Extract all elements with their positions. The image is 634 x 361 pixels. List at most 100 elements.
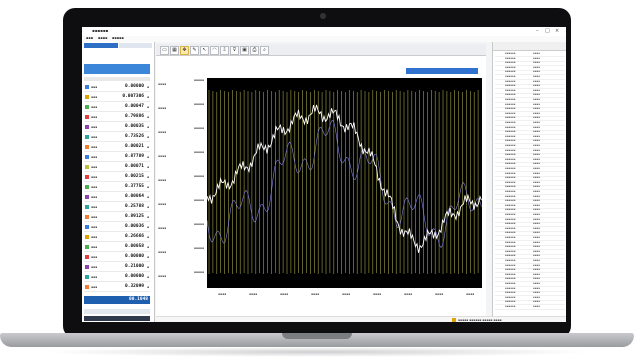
channel-row[interactable]: ▪▪▪ 0.00047 ▪ (84, 103, 150, 112)
channel-row[interactable]: ▪▪▪ 0.21000 ▪ (84, 263, 150, 272)
channel-row[interactable]: ▪▪▪ 0.00058 ▪ (84, 243, 150, 252)
tab-devices[interactable] (119, 43, 152, 48)
channel-color-swatch (85, 115, 89, 119)
row-value: ▪▪▪▪ (533, 88, 541, 92)
row-time: ▪▪▪▪▪▪ (505, 286, 516, 290)
maximize-icon[interactable]: □ (545, 28, 550, 34)
channel-value: 0.00047 (125, 104, 144, 109)
channel-name: ▪▪▪ (91, 245, 98, 249)
row-time: ▪▪▪▪▪▪ (505, 70, 516, 74)
row-value: ▪▪▪▪ (533, 144, 541, 147)
chart-legend-bar[interactable] (406, 68, 478, 74)
channel-name: ▪▪▪ (91, 165, 98, 169)
channel-row[interactable]: ▪▪▪ 0.26666 ▪ (84, 233, 150, 242)
x-tick-label: ▪▪▪▪ (373, 292, 382, 296)
minimize-icon[interactable]: – (536, 28, 539, 34)
pan-icon[interactable]: ✥ (180, 46, 189, 55)
channel-row[interactable]: ▪▪▪ 0.25788 ▪ (84, 203, 150, 212)
channel-row[interactable]: ▪▪▪ 0.00035 ▪ (84, 123, 150, 132)
y-axis: ▪▪▪▪▪ ▪▪▪▪ ▪▪▪▪▪ ▪▪▪▪ ▪▪▪▪▪ ▪▪▪▪ ▪▪▪▪▪ ▪▪▪▪ ▪▪▪▪… (156, 78, 206, 288)
row-time: ▪▪▪▪▪▪ (505, 84, 516, 88)
row-value: ▪▪▪▪ (533, 295, 541, 299)
row-time: ▪▪▪▪▪▪ (505, 263, 516, 267)
row-time: ▪▪▪▪▪▪ (505, 199, 516, 203)
measure-icon[interactable]: ✎ (190, 46, 199, 55)
row-time: ▪▪▪▪▪▪ (505, 291, 516, 295)
panel-footer-options[interactable] (84, 309, 150, 314)
channel-color-swatch (85, 135, 89, 139)
channel-value: 0.79886 (125, 114, 144, 119)
row-time: ▪▪▪▪▪▪ (505, 125, 516, 129)
print-icon[interactable]: ⎙ (250, 46, 259, 55)
export-icon[interactable]: ⇩ (220, 46, 229, 55)
x-tick-label: ▪▪▪▪ (342, 292, 351, 296)
channel-unit: ▪ (146, 175, 149, 179)
row-value: ▪▪▪▪ (533, 222, 541, 226)
row-value: ▪▪▪▪ (533, 65, 541, 69)
channel-unit: ▪ (146, 285, 149, 289)
channel-unit: ▪ (146, 205, 149, 209)
channel-row[interactable]: ▪▪▪ 0.89125 ▪ (84, 213, 150, 222)
screen: ▪▪▪▪▪▪ – □ × ▪▪▪ ▪▪▪▪ ▪▪▪▪▪ ▪▪▪ 0.00000 ▪ ▪… (82, 27, 566, 322)
marker-icon[interactable]: ◠ (210, 46, 219, 55)
channel-row[interactable]: ▪▪▪ 0.00021 ▪ (84, 143, 150, 152)
menu-item[interactable]: ▪▪▪▪▪ (112, 36, 124, 40)
channel-name: ▪▪▪ (91, 275, 98, 279)
row-time: ▪▪▪▪▪▪ (505, 254, 516, 258)
filter-icon[interactable]: ⊽ (230, 46, 239, 55)
row-time: ▪▪▪▪▪▪ (505, 52, 516, 55)
signal-plot[interactable] (207, 78, 482, 288)
channel-name: ▪▪▪ (91, 255, 98, 259)
row-value: ▪▪▪▪ (533, 125, 541, 129)
settings-icon[interactable]: ▣ (240, 46, 249, 55)
channel-row[interactable]: ▪▪▪ 0.79886 ▪ (84, 113, 150, 122)
channel-row[interactable]: ▪▪▪ 0.00000 ▪ (84, 273, 150, 282)
zoom-fit-icon[interactable]: ▭ (160, 46, 169, 55)
channel-row[interactable]: ▪▪▪ 0.007306 ▪ (84, 93, 150, 102)
y-tick-label: ▪▪▪▪▪ (193, 102, 204, 106)
channel-name: ▪▪▪ (91, 115, 98, 119)
channel-value: 0.26666 (125, 234, 144, 239)
tab-channels[interactable] (84, 43, 118, 48)
row-value: ▪▪▪▪ (533, 217, 541, 221)
channel-row[interactable]: ▪▪▪ 0.37755 ▪ (84, 183, 150, 192)
row-value: ▪▪▪▪ (533, 167, 541, 170)
row-value: ▪▪▪▪ (533, 162, 541, 166)
close-icon[interactable]: × (555, 28, 559, 34)
warning-icon (452, 318, 456, 322)
row-time: ▪▪▪▪▪▪ (505, 171, 516, 175)
row-time: ▪▪▪▪▪▪ (505, 300, 516, 304)
channel-row[interactable]: ▪▪▪ 0.00215 ▪ (84, 173, 150, 182)
channel-row[interactable]: ▪▪▪ 0.00036 ▪ (84, 223, 150, 232)
channel-color-swatch (85, 255, 89, 259)
row-value: ▪▪▪▪ (533, 148, 541, 152)
channel-row[interactable]: ▪▪▪ 0.00064 ▪ (84, 193, 150, 202)
row-value: ▪▪▪▪ (533, 245, 541, 249)
channel-row[interactable]: ▪▪▪ 0.00071 ▪ (84, 163, 150, 172)
row-time: ▪▪▪▪▪▪ (505, 162, 516, 166)
channel-row[interactable]: ▪▪▪ 0.00000 ▪ (84, 253, 150, 262)
row-value: ▪▪▪▪ (533, 70, 541, 74)
active-channel-bar[interactable]: 00.1048 (84, 296, 150, 304)
channel-row[interactable]: ▪▪▪ 0.87789 ▪ (84, 153, 150, 162)
search-icon[interactable]: ⌕ (260, 46, 269, 55)
active-channel-value: 00.1048 (129, 297, 148, 302)
channel-row[interactable]: ▪▪▪ 0.73526 ▪ (84, 133, 150, 142)
channel-row[interactable]: ▪▪▪ 0.32099 ▪ (84, 283, 150, 292)
menu-item[interactable]: ▪▪▪▪ (98, 36, 108, 40)
row-value: ▪▪▪▪ (533, 254, 541, 258)
panel-footer-button[interactable] (84, 316, 150, 321)
data-table-row[interactable]: ▪▪▪▪▪▪ ▪▪▪▪ (495, 305, 565, 310)
zoom-window-icon[interactable]: ▦ (170, 46, 179, 55)
channel-name: ▪▪▪ (91, 175, 98, 179)
row-time: ▪▪▪▪▪▪ (505, 222, 516, 226)
channel-value: 0.00058 (125, 244, 144, 249)
channel-unit: ▪ (146, 215, 149, 219)
menu-item[interactable]: ▪▪▪ (86, 36, 93, 40)
channel-color-swatch (85, 185, 89, 189)
channel-unit: ▪ (146, 135, 149, 139)
y-tick-label: ▪▪▪▪▪ (193, 174, 204, 178)
cursor-icon[interactable]: ↖ (200, 46, 209, 55)
channel-row[interactable]: ▪▪▪ 0.00000 ▪ (84, 83, 150, 92)
device-banner[interactable] (84, 64, 150, 74)
